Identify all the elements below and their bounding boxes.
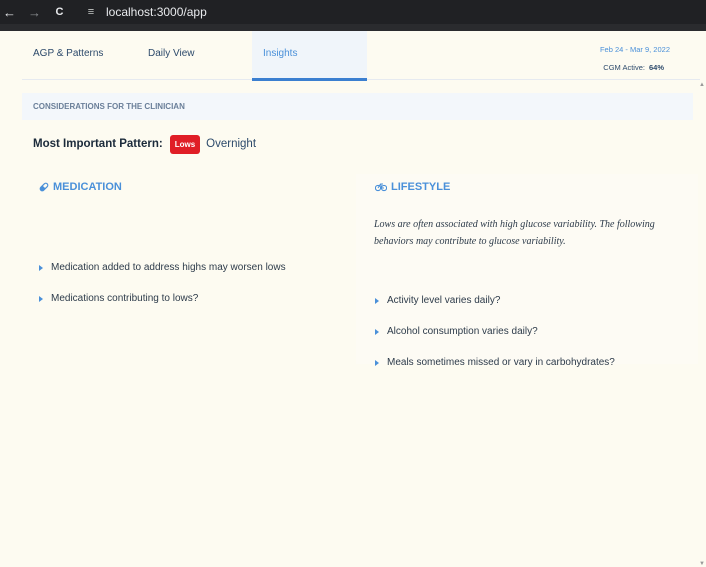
lifestyle-title: LIFESTYLE: [375, 181, 450, 193]
tab-label: Insights: [263, 48, 298, 59]
tab-label: AGP & Patterns: [33, 48, 104, 59]
list-item: Alcohol consumption varies daily?: [375, 326, 538, 337]
tab-agp-patterns[interactable]: AGP & Patterns: [33, 31, 123, 80]
list-item-text: Medications contributing to lows?: [51, 293, 199, 304]
tab-label: Daily View: [148, 48, 195, 59]
cgm-value: 64%: [648, 63, 664, 72]
lifestyle-section: LIFESTYLE Lows are often associated with…: [356, 174, 698, 368]
back-icon[interactable]: ←: [1, 5, 18, 20]
cgm-label: CGM Active:: [603, 63, 645, 72]
reload-icon[interactable]: C: [51, 6, 68, 18]
pattern-label: Most Important Pattern:: [33, 138, 163, 150]
scroll-up-arrow-icon[interactable]: ▲: [699, 82, 705, 88]
list-item-text: Meals sometimes missed or vary in carboh…: [387, 357, 615, 368]
lifestyle-note: Lows are often associated with high gluc…: [374, 219, 655, 247]
browser-toolbar: ← → C ≡ localhost:3000/app: [0, 0, 706, 24]
site-info-icon[interactable]: ≡: [82, 6, 100, 18]
bullet-icon: [375, 297, 379, 304]
tab-bar: AGP & Patterns Daily View Insights Feb 2…: [22, 31, 700, 81]
bicycle-icon: [375, 183, 387, 192]
considerations-heading: CONSIDERATIONS FOR THE CLINICIAN: [22, 93, 693, 120]
tab-daily-view[interactable]: Daily View: [148, 31, 238, 80]
tab-insights[interactable]: Insights: [252, 31, 367, 81]
medication-section: MEDICATION Medication added to address h…: [22, 174, 356, 364]
app-container: AGP & Patterns Daily View Insights Feb 2…: [22, 31, 700, 567]
forward-icon[interactable]: →: [26, 5, 43, 20]
pill-icon: [39, 182, 49, 192]
bullet-icon: [39, 295, 43, 302]
bullet-icon: [375, 359, 379, 366]
bullet-icon: [375, 328, 379, 335]
list-item: Activity level varies daily?: [375, 295, 500, 306]
pattern-time: Overnight: [206, 138, 257, 150]
date-range: Feb 24 - Mar 9, 2022: [599, 45, 670, 54]
list-item-text: Alcohol consumption varies daily?: [387, 326, 538, 337]
lows-badge: Lows: [169, 134, 201, 154]
list-item: Medication added to address highs may wo…: [39, 262, 286, 273]
list-item-text: Medication added to address highs may wo…: [51, 262, 286, 273]
bullet-icon: [39, 264, 43, 271]
browser-border: [0, 24, 706, 31]
list-item-text: Activity level varies daily?: [387, 295, 501, 306]
scroll-down-arrow-icon[interactable]: ▼: [699, 561, 705, 567]
medication-title: MEDICATION: [39, 181, 122, 193]
address-bar[interactable]: ≡ localhost:3000/app: [82, 2, 207, 22]
medication-title-text: MEDICATION: [53, 181, 122, 193]
lifestyle-title-text: LIFESTYLE: [391, 181, 451, 193]
list-item: Meals sometimes missed or vary in carboh…: [375, 357, 615, 368]
cgm-active: CGM Active: 64%: [603, 63, 664, 72]
important-pattern: Most Important Pattern: Lows Overnight: [33, 133, 256, 155]
list-item: Medications contributing to lows?: [39, 293, 198, 304]
url-text[interactable]: localhost:3000/app: [106, 5, 207, 19]
